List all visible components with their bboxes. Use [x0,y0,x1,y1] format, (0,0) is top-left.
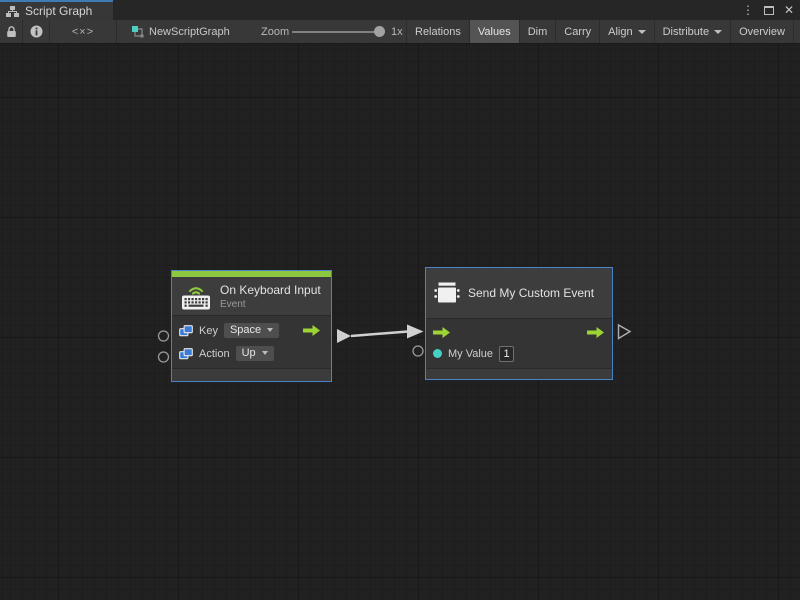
node-footer [426,369,612,379]
toolbar-button-align[interactable]: Align [599,20,653,43]
node-on-keyboard-input[interactable]: On Keyboard Input Event Key Space [171,270,332,382]
node-header[interactable]: On Keyboard Input Event [172,277,331,315]
graph-name-group[interactable]: NewScriptGraph [132,20,230,43]
title-bar: Script Graph ⋮ ✕ [0,0,800,20]
window-menu-icon[interactable]: ⋮ [742,4,754,16]
graph-canvas[interactable]: On Keyboard Input Event Key Space [0,44,800,600]
code-view-button[interactable]: <×> [50,20,116,43]
toolbar-button-overview[interactable]: Overview [730,20,793,43]
zoom-slider-handle[interactable] [374,26,385,37]
value-dot-icon [433,349,442,358]
port-label-my-value: My Value [448,348,493,360]
port-circle-key[interactable] [159,331,169,341]
port-circle-action[interactable] [159,352,169,362]
chevron-down-icon [638,30,646,34]
enum-type-icon [179,348,193,360]
info-button[interactable] [23,20,49,43]
toolbar-button-values[interactable]: Values [469,20,519,43]
port-row-action: Action Up [179,344,324,363]
script-graph-icon [132,26,144,38]
toolbar-left-group: <×> [0,20,117,43]
node-ports: Key Space Action Up [172,315,331,369]
zoom-label: Zoom [261,20,289,43]
node-ports: My Value 1 [426,318,612,369]
lock-icon [6,25,17,38]
node-send-my-custom-event[interactable]: Send My Custom Event My Value 1 [425,267,613,380]
maximize-icon[interactable] [764,6,774,15]
my-value-field[interactable]: 1 [499,346,514,362]
chevron-down-icon [262,351,268,355]
port-label-key: Key [199,325,218,337]
info-icon [30,25,43,38]
connection-line[interactable] [351,332,408,337]
chevron-down-icon [267,328,273,332]
node-title: On Keyboard Input [220,283,321,297]
port-row-my-value: My Value 1 [433,344,605,363]
chevron-down-icon [714,30,722,34]
toolbar-button-relations[interactable]: Relations [406,20,469,43]
toolbar: <×> NewScriptGraph Zoom 1x Relations Val… [0,20,800,44]
key-dropdown-value: Space [230,324,261,336]
flow-arrow-out-icon[interactable] [303,324,321,337]
node-footer [172,369,331,381]
zoom-slider[interactable] [292,20,388,43]
tab-title: Script Graph [25,4,92,18]
graph-tree-icon [6,6,19,17]
custom-event-icon [434,281,460,305]
node-title: Send My Custom Event [468,286,594,300]
action-dropdown-value: Up [242,347,256,359]
tab-script-graph[interactable]: Script Graph [0,0,113,20]
toolbar-button-dim[interactable]: Dim [519,20,556,43]
input-port-triangle[interactable] [619,325,631,339]
port-label-action: Action [199,348,230,360]
port-row-trigger [433,324,605,340]
flow-arrow-in-icon[interactable] [433,326,451,339]
lock-button[interactable] [0,20,22,43]
toolbar-button-carry[interactable]: Carry [555,20,599,43]
zoom-slider-track[interactable] [292,31,378,33]
toolbar-separator [116,20,117,43]
graph-name: NewScriptGraph [149,26,230,38]
output-port-triangle[interactable] [337,329,351,343]
toolbar-button-fullscreen[interactable]: Full Screen [793,20,800,43]
code-icon: <×> [72,26,94,38]
connection-arrowhead[interactable] [407,325,424,339]
close-icon[interactable]: ✕ [784,4,794,16]
zoom-level: 1x [391,20,403,43]
enum-type-icon [179,325,193,337]
keyboard-icon [180,283,212,310]
node-title-block: On Keyboard Input Event [220,283,321,310]
connections-overlay [0,44,800,600]
toolbar-buttons: Relations Values Dim Carry Align Distrib… [406,20,800,43]
my-value-text: 1 [503,348,509,360]
toolbar-button-distribute[interactable]: Distribute [654,20,730,43]
node-subtitle: Event [220,299,321,310]
window-controls: ⋮ ✕ [742,0,794,20]
action-dropdown[interactable]: Up [236,346,274,361]
node-header[interactable]: Send My Custom Event [426,268,612,318]
key-dropdown[interactable]: Space [224,323,279,338]
flow-arrow-out-icon[interactable] [587,326,605,339]
port-row-key: Key Space [179,321,324,340]
port-circle-my-value[interactable] [413,346,423,356]
